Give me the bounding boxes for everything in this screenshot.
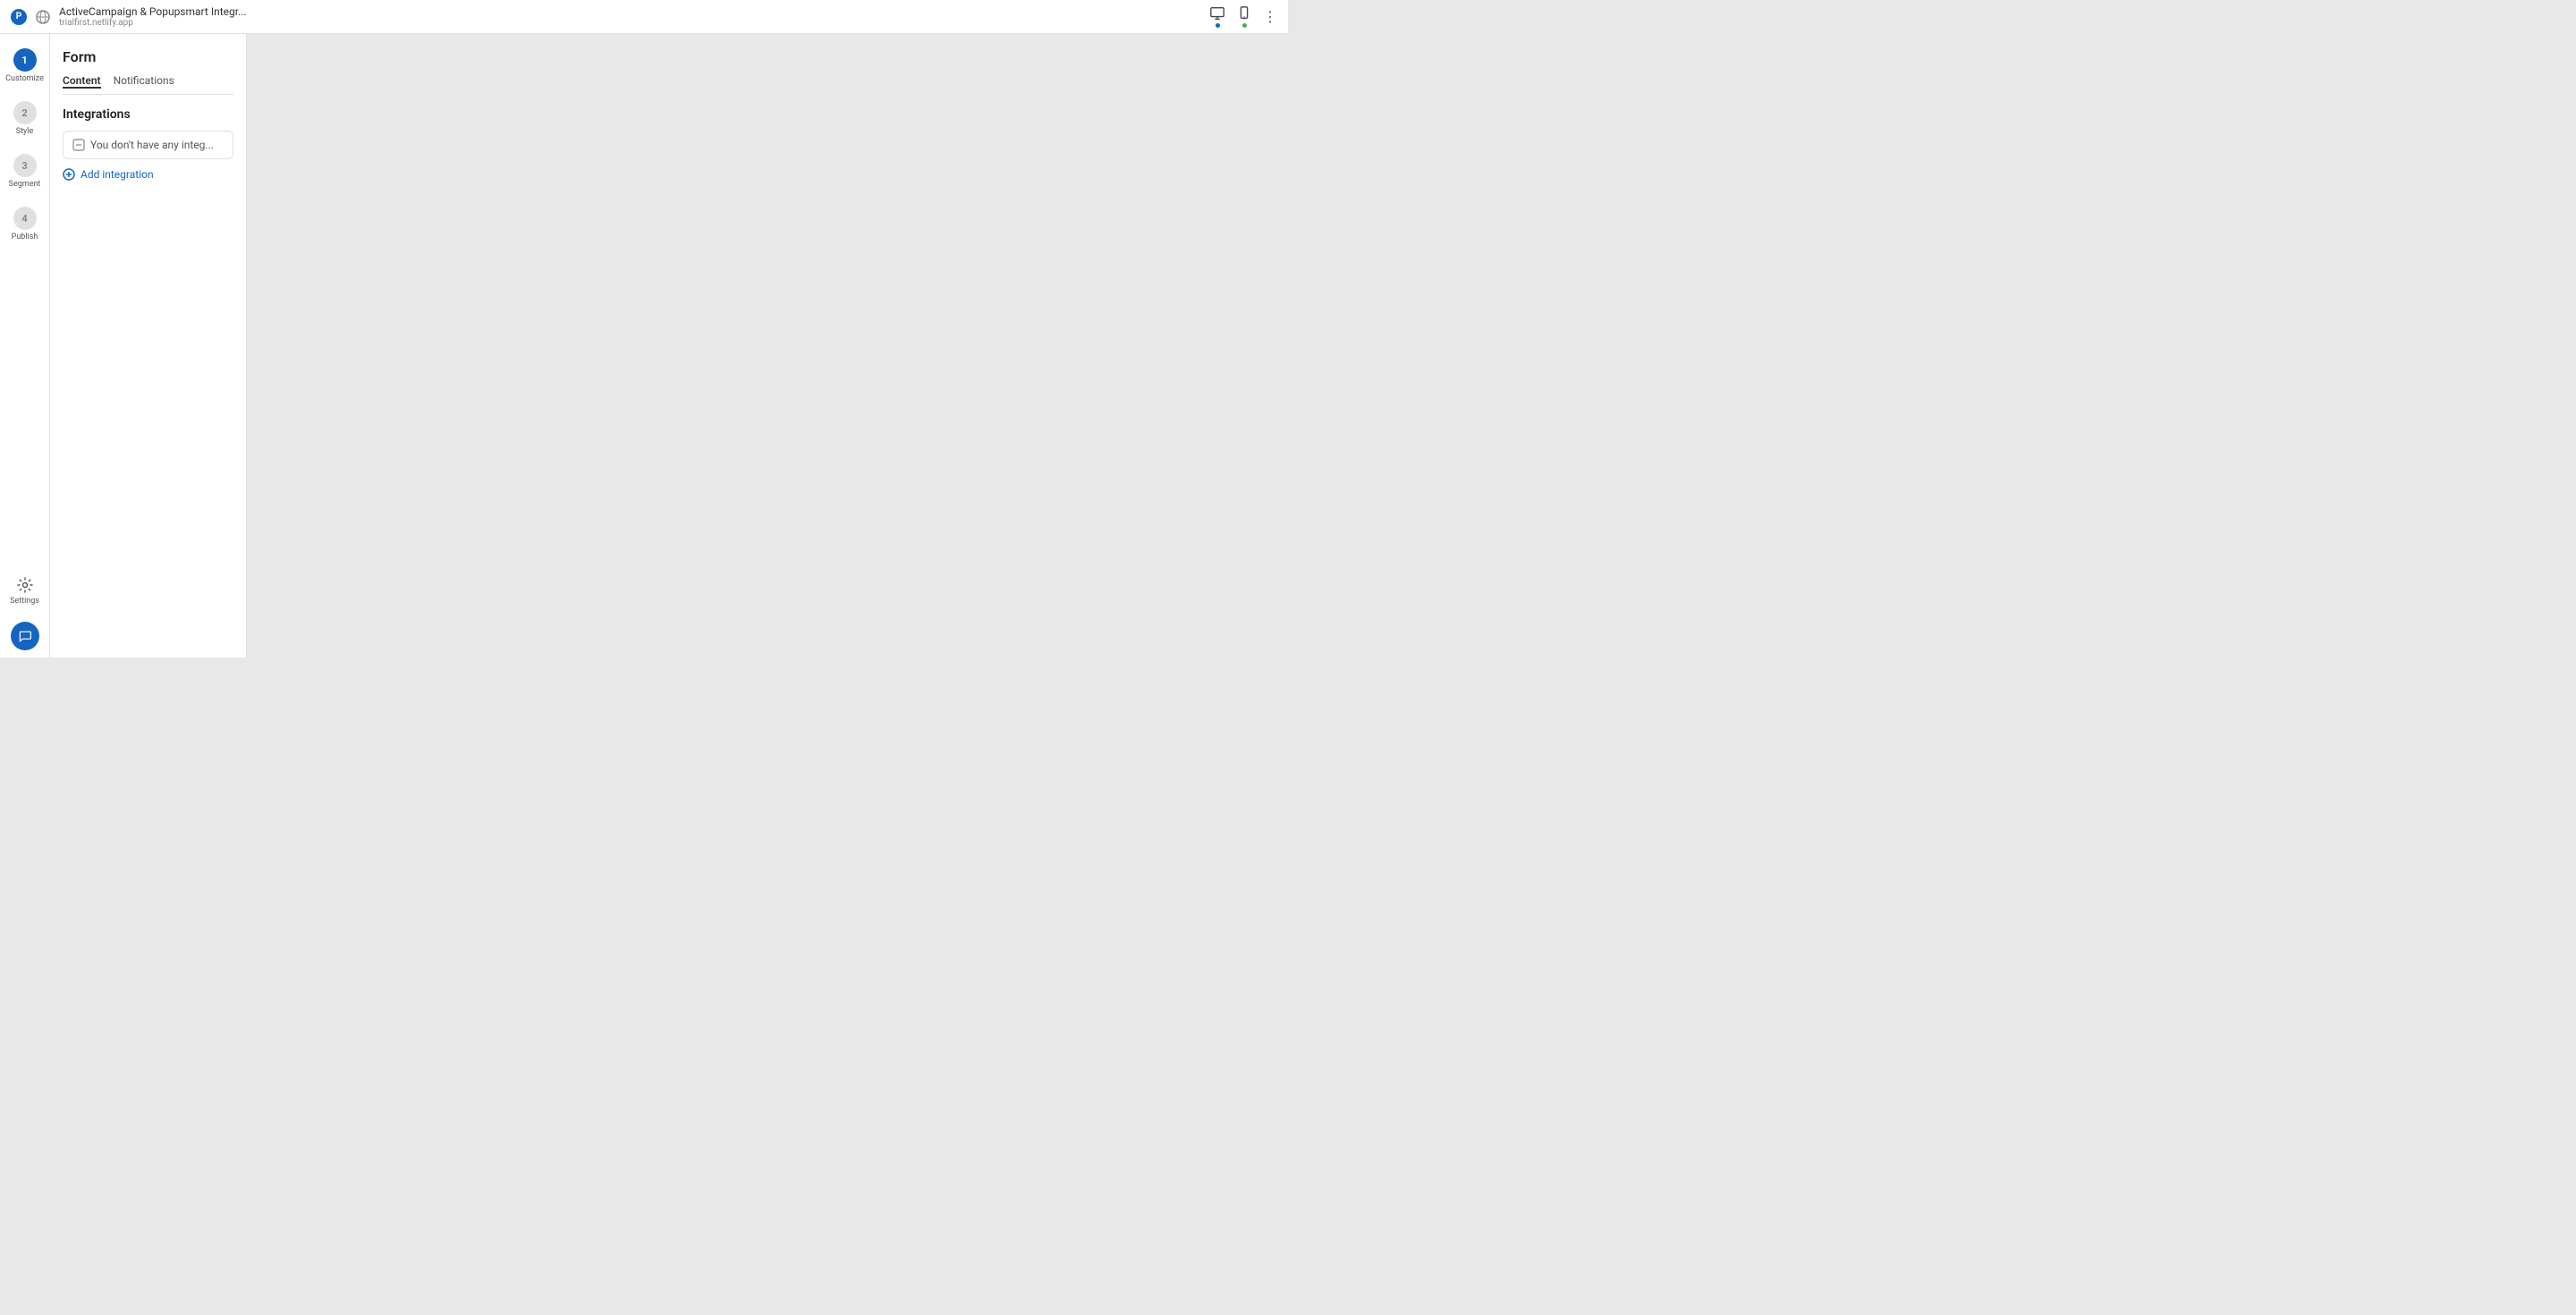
chat-button[interactable] — [11, 622, 39, 650]
more-options-icon[interactable]: ⋮ — [1263, 8, 1277, 25]
app-logo: P — [11, 9, 27, 25]
integrations-title: Integrations — [63, 107, 233, 122]
add-integration-button[interactable]: Add integration — [63, 168, 233, 181]
mobile-dot — [1242, 23, 1247, 28]
device-icons: ⋮ — [1209, 5, 1277, 28]
step-3-label: Segment — [9, 180, 41, 189]
step-1-circle: 1 — [13, 48, 37, 72]
step-3-circle: 3 — [13, 154, 37, 177]
globe-icon — [36, 10, 50, 24]
sidebar-item-segment[interactable]: 3 Segment — [0, 148, 49, 194]
form-panel-title: Form — [63, 48, 233, 65]
no-integration-notice: You don't have any integ... — [63, 131, 233, 159]
main-layout: 1 Customize 2 Style 3 Segment 4 Publish — [0, 34, 1288, 658]
page-subtitle: trialfirst.netlify.app — [59, 18, 247, 28]
add-icon — [63, 168, 75, 181]
step-2-circle: 2 — [13, 101, 37, 124]
sidebar-item-style[interactable]: 2 Style — [0, 96, 49, 141]
tab-content[interactable]: Content — [63, 74, 101, 89]
step-4-label: Publish — [12, 233, 38, 242]
sidebar-item-customize[interactable]: 1 Customize — [0, 43, 49, 89]
tab-notifications[interactable]: Notifications — [114, 74, 174, 89]
settings-label: Settings — [10, 597, 39, 606]
desktop-icon[interactable] — [1209, 5, 1225, 28]
step-4-circle: 4 — [13, 207, 37, 230]
form-panel: Form Content Notifications Integrations … — [50, 34, 247, 658]
page-title: ActiveCampaign & Popupsmart Integr... — [59, 5, 247, 18]
desktop-dot — [1216, 23, 1220, 28]
left-sidebar: 1 Customize 2 Style 3 Segment 4 Publish — [0, 34, 50, 658]
integration-icon — [72, 139, 85, 151]
mobile-icon[interactable] — [1236, 5, 1252, 28]
step-2-label: Style — [16, 127, 34, 136]
step-1-label: Customize — [5, 74, 44, 83]
form-tabs: Content Notifications — [63, 74, 233, 95]
top-bar: P ActiveCampaign & Popupsmart Integr... … — [0, 0, 1288, 34]
content-area: Form Content Notifications Integrations … — [50, 34, 247, 658]
sidebar-item-settings[interactable]: Settings — [10, 576, 39, 606]
sidebar-item-publish[interactable]: 4 Publish — [0, 201, 49, 247]
